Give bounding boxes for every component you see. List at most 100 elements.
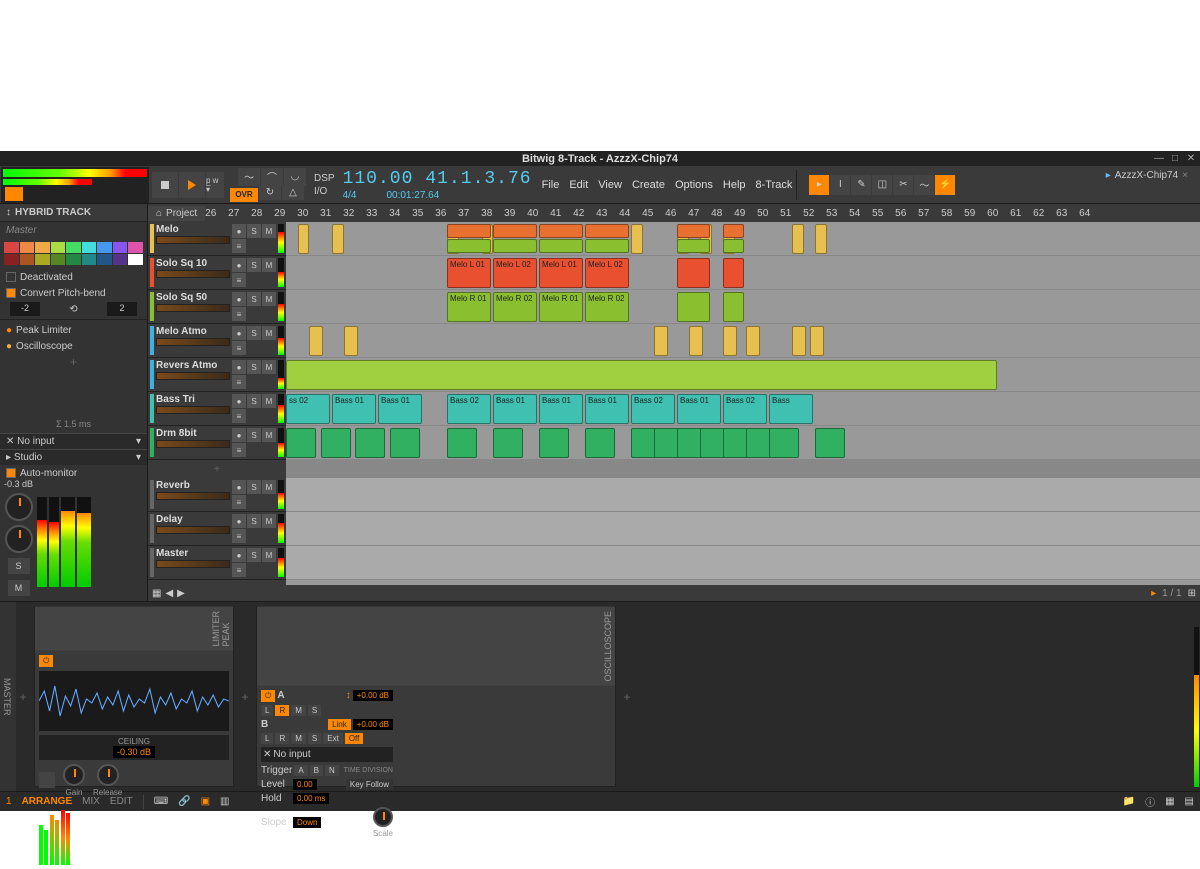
color-swatch[interactable] <box>82 242 97 253</box>
fx-track-lane[interactable] <box>286 478 1200 512</box>
clip[interactable]: Melo R 01 <box>539 292 583 322</box>
solo-button[interactable]: S <box>247 224 261 238</box>
color-swatch[interactable] <box>51 242 66 253</box>
zoom-in-icon[interactable]: ▶ <box>177 588 185 599</box>
clip[interactable] <box>298 224 310 254</box>
track-fader[interactable] <box>156 304 230 312</box>
clip[interactable]: Melo L 02 <box>493 258 537 288</box>
clip[interactable]: Melo R 01 <box>447 292 491 322</box>
track-fader[interactable] <box>156 492 230 500</box>
automation-tool[interactable]: ⚡ <box>935 175 955 195</box>
info-icon[interactable]: ⓘ <box>1145 794 1155 809</box>
notifications-icon[interactable]: ▤ <box>1185 796 1194 807</box>
menu-8track[interactable]: 8-Track <box>756 179 793 191</box>
track-header[interactable]: Solo Sq 10 ● S M ≡ <box>148 256 286 290</box>
solo-button[interactable]: S <box>247 548 261 562</box>
color-swatch[interactable] <box>82 254 97 265</box>
color-swatch[interactable] <box>4 242 19 253</box>
panel-1[interactable]: 1 <box>6 796 12 807</box>
solo-button[interactable]: S <box>247 514 261 528</box>
trigger-b[interactable]: B <box>310 765 323 776</box>
trigger-n[interactable]: N <box>325 765 339 776</box>
close-tab-icon[interactable]: × <box>1182 170 1188 181</box>
overdub-button[interactable]: OVR <box>230 188 258 202</box>
mute-button[interactable]: M <box>262 428 276 442</box>
clip[interactable] <box>286 360 997 390</box>
clip[interactable]: Bass 02 <box>631 394 675 424</box>
record-arm[interactable]: ● <box>232 326 246 340</box>
close-button[interactable]: ✕ <box>1184 151 1198 165</box>
menu-view[interactable]: View <box>598 179 622 191</box>
track-header[interactable]: Revers Atmo ● S M ≡ <box>148 358 286 392</box>
clip[interactable]: Bass <box>769 394 813 424</box>
add-track-button[interactable]: + <box>148 460 286 478</box>
color-swatch[interactable] <box>51 254 66 265</box>
knife-tool[interactable]: ✂ <box>893 175 913 195</box>
arranger-view-button[interactable] <box>5 187 23 201</box>
scope-power[interactable]: ⏻ <box>261 690 275 702</box>
mute-button[interactable]: M <box>262 292 276 306</box>
track-menu[interactable]: ≡ <box>232 341 246 355</box>
mute-button[interactable]: M <box>262 224 276 238</box>
grid-icon[interactable]: ▦ <box>152 588 161 599</box>
clip[interactable]: Bass 02 <box>447 394 491 424</box>
key-follow[interactable]: Key Follow <box>346 779 393 790</box>
time-select-tool[interactable]: I <box>830 175 850 195</box>
clip[interactable]: Bass 01 <box>539 394 583 424</box>
track-menu[interactable]: ≡ <box>232 443 246 457</box>
track-fader[interactable] <box>156 440 230 448</box>
color-swatch[interactable] <box>35 254 50 265</box>
minimize-button[interactable]: — <box>1152 151 1166 165</box>
dashboard-icon[interactable]: ▦ <box>1165 796 1174 807</box>
clip[interactable] <box>585 428 615 458</box>
record-arm[interactable]: ● <box>232 548 246 562</box>
scope-a-s[interactable]: S <box>308 705 321 716</box>
clip[interactable] <box>332 224 344 254</box>
solo-button[interactable]: S <box>247 480 261 494</box>
record-arm[interactable]: ● <box>232 258 246 272</box>
input-selector[interactable]: ✕ No input▾ <box>0 433 147 449</box>
clip[interactable] <box>677 258 710 288</box>
fx-track-lane[interactable] <box>286 512 1200 546</box>
clip[interactable] <box>321 428 351 458</box>
color-swatch[interactable] <box>4 254 19 265</box>
solo-button[interactable]: S <box>247 326 261 340</box>
track-lane[interactable] <box>286 426 1200 460</box>
volume-knob[interactable] <box>5 525 33 553</box>
menu-help[interactable]: Help <box>723 179 746 191</box>
clip[interactable] <box>493 239 537 253</box>
solo-button[interactable]: S <box>8 558 30 574</box>
output-selector[interactable]: ▸ Studio▾ <box>0 449 147 465</box>
mute-button[interactable]: M <box>262 258 276 272</box>
scope-a-m[interactable]: M <box>291 705 306 716</box>
clip[interactable] <box>447 428 477 458</box>
clip[interactable] <box>723 326 737 356</box>
track-header[interactable]: Delay ● S M ≡ <box>148 512 286 546</box>
clip[interactable] <box>723 292 744 322</box>
track-lane[interactable]: Melo L 01Melo L 02Melo L 01Melo L 02 <box>286 256 1200 290</box>
peak-limiter-row[interactable]: ● Peak Limiter <box>0 322 147 338</box>
track-header[interactable]: Melo Atmo ● S M ≡ <box>148 324 286 358</box>
metronome-button[interactable]: △ <box>282 186 304 200</box>
maximize-button[interactable]: □ <box>1168 151 1182 165</box>
browser-icon[interactable]: 📁 <box>1123 796 1135 807</box>
track-fader[interactable] <box>156 406 230 414</box>
project-breadcrumb[interactable]: ⌂ Project <box>148 206 205 221</box>
clip[interactable]: Bass 02 <box>723 394 767 424</box>
clip[interactable] <box>585 239 629 253</box>
timeline-ruler[interactable]: 2627282930313233343536373839404142434445… <box>205 204 1200 222</box>
clip[interactable] <box>677 239 710 253</box>
clip[interactable] <box>631 224 643 254</box>
mute-button[interactable]: M <box>262 514 276 528</box>
fx-track-lane[interactable] <box>286 546 1200 580</box>
clip[interactable] <box>792 326 806 356</box>
record-arm[interactable]: ● <box>232 292 246 306</box>
track-header[interactable]: Drm 8bit ● S M ≡ <box>148 426 286 460</box>
clip[interactable] <box>447 239 491 253</box>
tempo-bpm[interactable]: 110.00 <box>343 169 414 189</box>
marker-icon[interactable]: ▸ <box>1151 588 1156 599</box>
color-swatch[interactable] <box>128 254 143 265</box>
oscilloscope-row[interactable]: ● Oscilloscope <box>0 338 147 354</box>
clip[interactable]: Melo L 02 <box>585 258 629 288</box>
clip[interactable] <box>654 326 668 356</box>
